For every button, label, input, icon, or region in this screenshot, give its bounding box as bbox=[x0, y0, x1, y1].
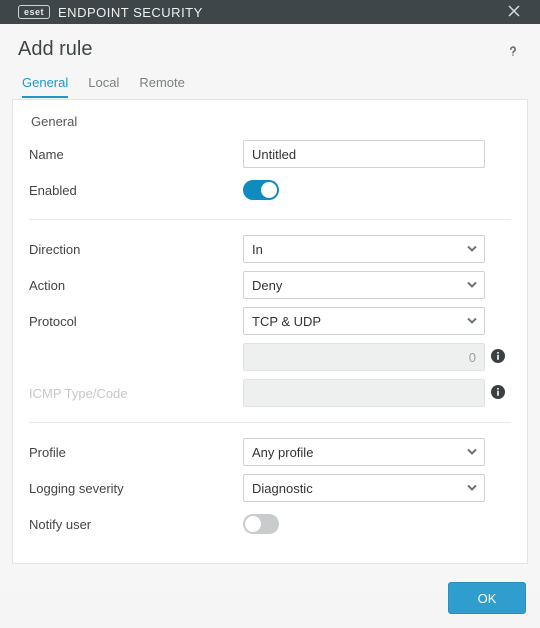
close-icon bbox=[508, 5, 520, 20]
tab-local[interactable]: Local bbox=[88, 69, 119, 98]
action-select[interactable]: Deny bbox=[243, 271, 485, 299]
icmp-input bbox=[243, 379, 485, 407]
row-enabled: Enabled bbox=[29, 175, 511, 205]
tab-general[interactable]: General bbox=[22, 69, 68, 98]
brand: eset ENDPOINT SECURITY bbox=[18, 5, 203, 20]
panel-general: General Name Enabled Direction In bbox=[12, 99, 528, 564]
label-enabled: Enabled bbox=[29, 183, 239, 198]
window: eset ENDPOINT SECURITY Add rule General … bbox=[0, 0, 540, 590]
brand-badge: eset bbox=[18, 5, 50, 19]
row-icmp: ICMP Type/Code bbox=[29, 378, 511, 408]
notify-toggle[interactable] bbox=[243, 514, 279, 534]
header: Add rule bbox=[0, 24, 540, 69]
info-button[interactable] bbox=[489, 348, 507, 366]
help-button[interactable] bbox=[504, 43, 522, 61]
ok-button[interactable]: OK bbox=[448, 582, 526, 614]
label-protocol: Protocol bbox=[29, 314, 239, 329]
label-name: Name bbox=[29, 147, 239, 162]
section-label: General bbox=[31, 114, 511, 129]
tabs: General Local Remote bbox=[0, 69, 540, 99]
label-action: Action bbox=[29, 278, 239, 293]
profile-select[interactable]: Any profile bbox=[243, 438, 485, 466]
direction-select[interactable]: In bbox=[243, 235, 485, 263]
name-input[interactable] bbox=[243, 140, 485, 168]
row-protocol: Protocol TCP & UDP bbox=[29, 306, 511, 336]
divider bbox=[29, 422, 511, 423]
divider bbox=[29, 219, 511, 220]
toggle-knob bbox=[261, 182, 277, 198]
close-button[interactable] bbox=[502, 0, 526, 24]
label-icmp: ICMP Type/Code bbox=[29, 386, 239, 401]
label-severity: Logging severity bbox=[29, 481, 239, 496]
row-action: Action Deny bbox=[29, 270, 511, 300]
protocol-select[interactable]: TCP & UDP bbox=[243, 307, 485, 335]
footer: OK bbox=[0, 574, 540, 628]
severity-select[interactable]: Diagnostic bbox=[243, 474, 485, 502]
help-icon bbox=[506, 44, 520, 61]
row-protocol-number bbox=[29, 342, 511, 372]
label-direction: Direction bbox=[29, 242, 239, 257]
toggle-knob bbox=[245, 516, 261, 532]
info-icon bbox=[490, 348, 506, 367]
page-title: Add rule bbox=[18, 38, 93, 61]
label-notify: Notify user bbox=[29, 517, 239, 532]
label-profile: Profile bbox=[29, 445, 239, 460]
titlebar: eset ENDPOINT SECURITY bbox=[0, 0, 540, 24]
protocol-number-input bbox=[243, 343, 485, 371]
enabled-toggle[interactable] bbox=[243, 180, 279, 200]
row-severity: Logging severity Diagnostic bbox=[29, 473, 511, 503]
row-direction: Direction In bbox=[29, 234, 511, 264]
info-icon bbox=[490, 384, 506, 403]
row-profile: Profile Any profile bbox=[29, 437, 511, 467]
row-notify: Notify user bbox=[29, 509, 511, 539]
info-button[interactable] bbox=[489, 384, 507, 402]
row-name: Name bbox=[29, 139, 511, 169]
brand-text: ENDPOINT SECURITY bbox=[58, 5, 203, 20]
tab-remote[interactable]: Remote bbox=[139, 69, 185, 98]
